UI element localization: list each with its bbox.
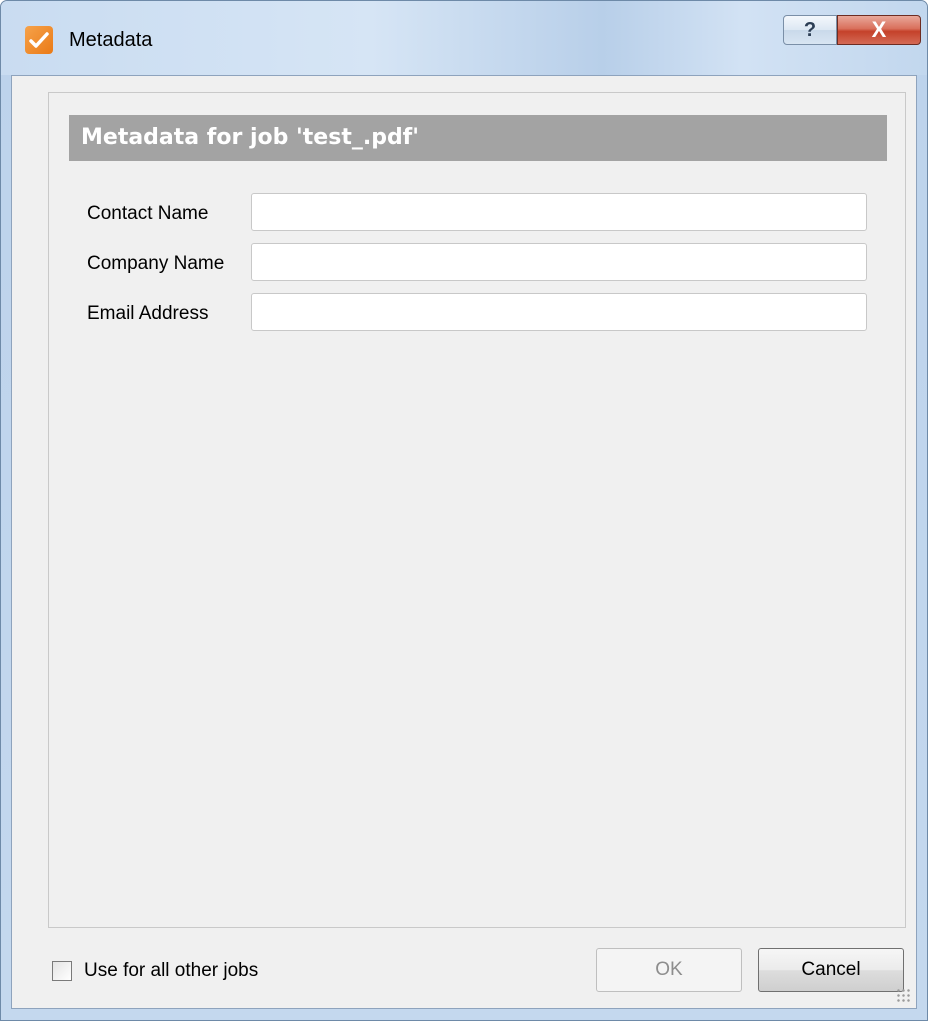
email-address-label: Email Address	[87, 303, 209, 324]
close-button[interactable]: X	[837, 15, 921, 45]
ok-button[interactable]: OK	[596, 948, 742, 992]
help-button[interactable]: ?	[783, 15, 837, 45]
dialog-body: Metadata for job 'test_.pdf' Contact Nam…	[11, 75, 917, 1009]
field-row-email-address: Email Address	[49, 293, 907, 333]
metadata-dialog: Metadata ? X Metadata for job 'test_.pdf…	[0, 0, 928, 1021]
company-name-label: Company Name	[87, 253, 225, 274]
close-icon: X	[871, 17, 887, 42]
app-logo-icon	[25, 26, 53, 54]
field-row-company-name: Company Name	[49, 243, 907, 283]
window-title: Metadata	[69, 29, 153, 51]
use-for-all-jobs-checkbox[interactable]	[52, 961, 72, 981]
contact-name-label: Contact Name	[87, 203, 209, 224]
contact-name-input[interactable]	[251, 193, 867, 231]
email-address-input[interactable]	[251, 293, 867, 331]
field-row-contact-name: Contact Name	[49, 193, 907, 233]
resize-grip-icon[interactable]	[896, 988, 910, 1002]
title-bar[interactable]: Metadata ? X	[1, 1, 927, 75]
company-name-input[interactable]	[251, 243, 867, 281]
panel-header: Metadata for job 'test_.pdf'	[69, 115, 887, 161]
metadata-panel: Metadata for job 'test_.pdf' Contact Nam…	[48, 92, 906, 928]
use-for-all-jobs-label[interactable]: Use for all other jobs	[84, 960, 258, 982]
help-icon: ?	[803, 18, 817, 41]
cancel-button[interactable]: Cancel	[758, 948, 904, 992]
use-for-all-jobs-option[interactable]: Use for all other jobs	[52, 960, 258, 982]
